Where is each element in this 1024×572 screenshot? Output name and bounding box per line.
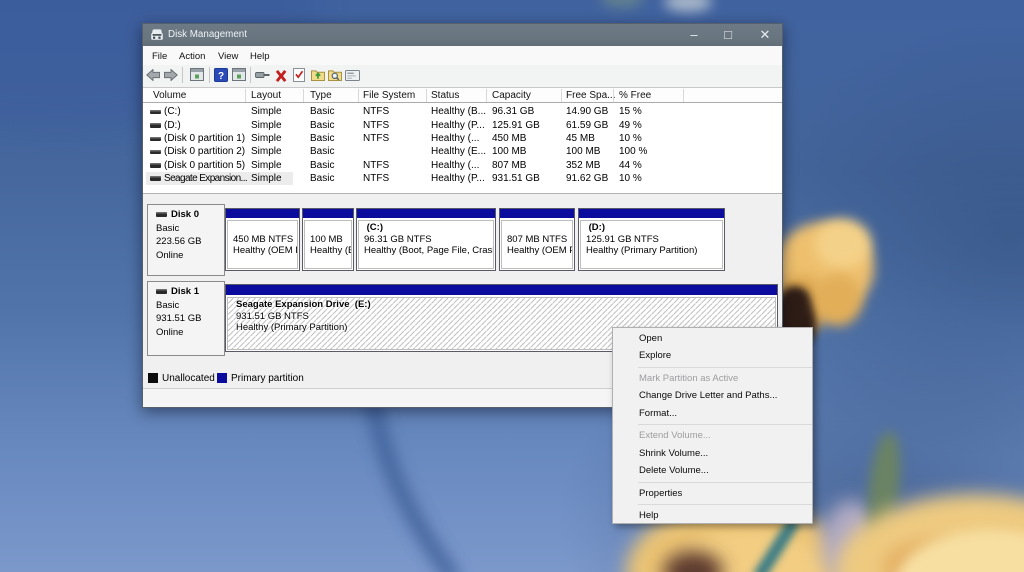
svg-text:?: ? xyxy=(218,71,224,82)
